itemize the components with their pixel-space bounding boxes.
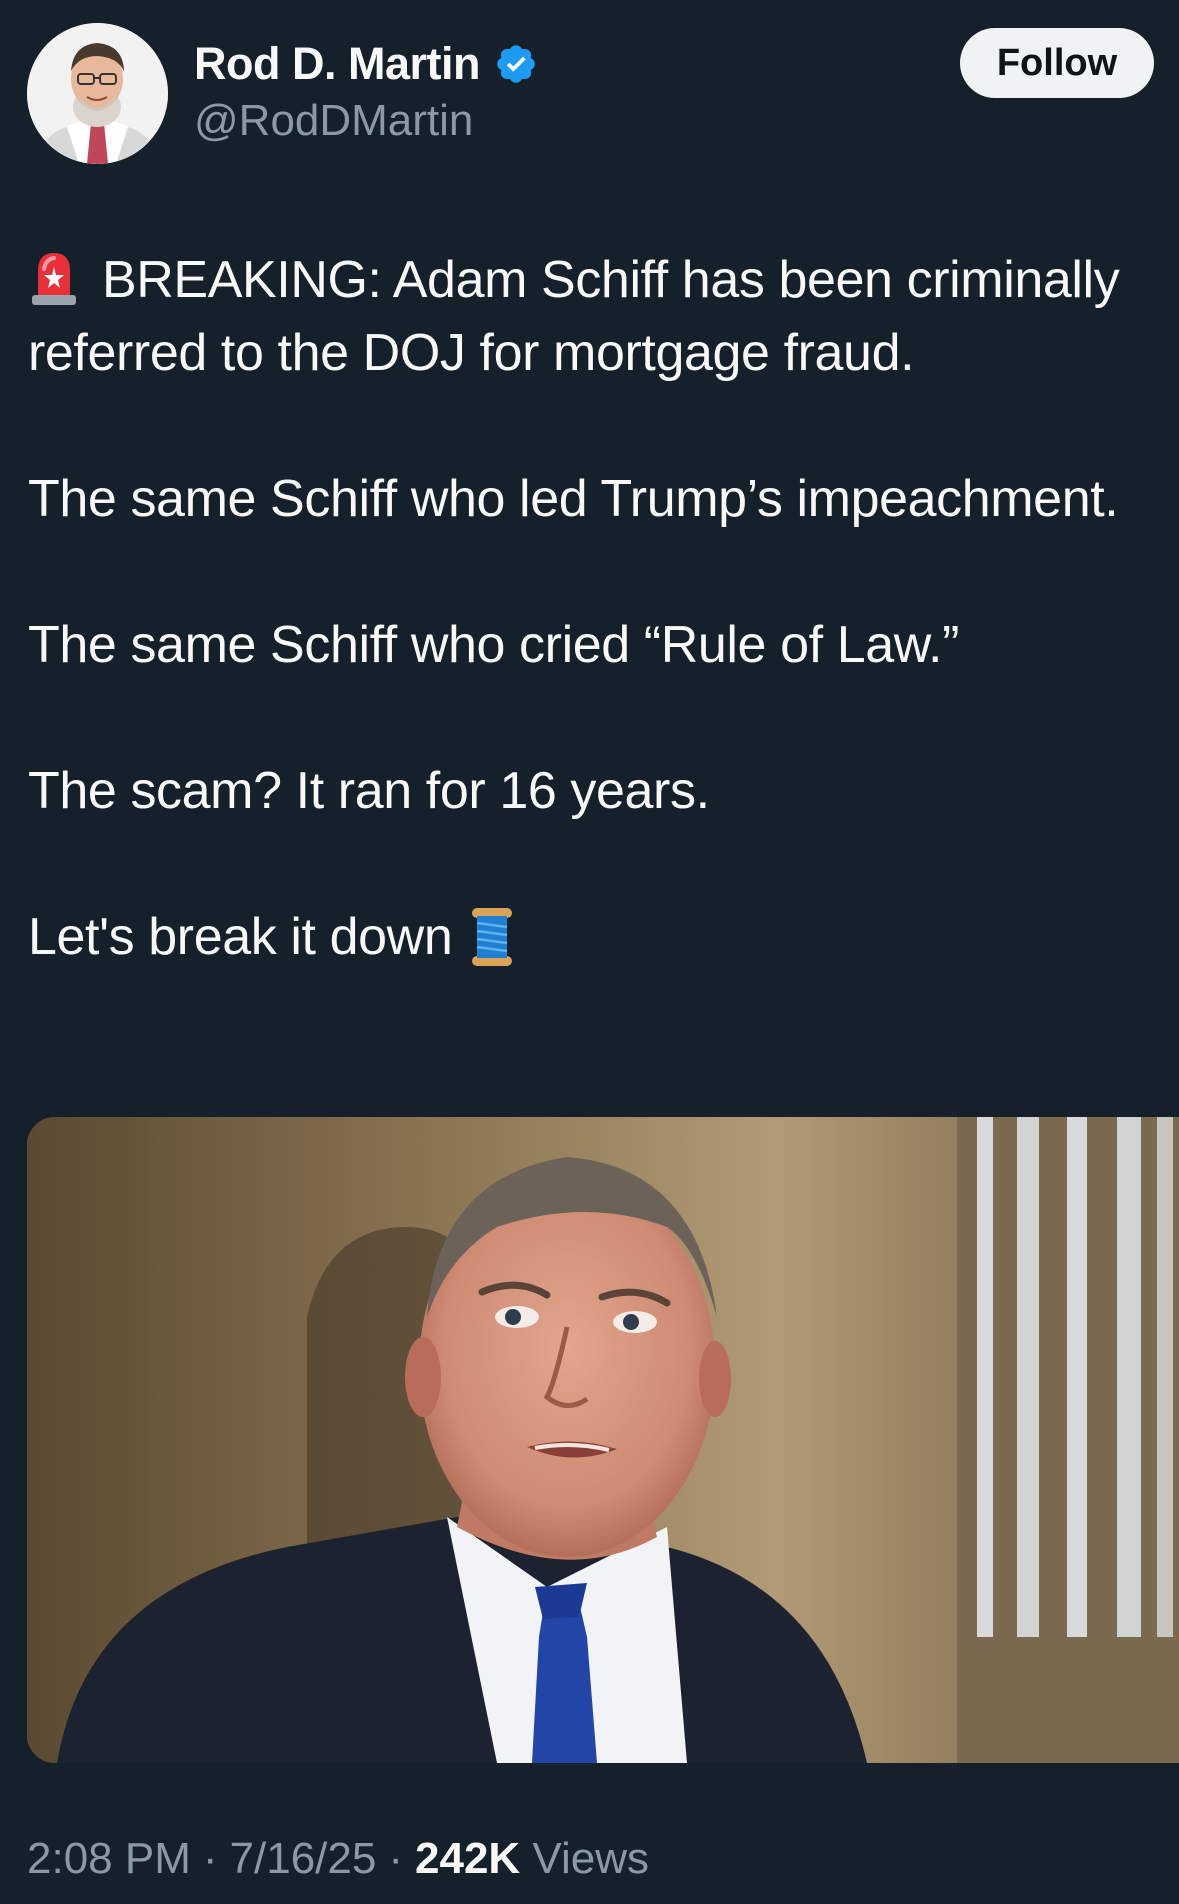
- follow-button[interactable]: Follow: [960, 28, 1154, 98]
- tweet-meta: 2:08 PM · 7/16/25 · 242K Views: [27, 1834, 649, 1884]
- views-count[interactable]: 242K: [415, 1834, 520, 1883]
- tweet-header: Rod D. Martin @RodDMartin Follow: [0, 0, 1179, 170]
- tweet-paragraph: Let's break it down: [28, 901, 1178, 974]
- tweet-date[interactable]: 7/16/25: [230, 1834, 377, 1884]
- tweet-text: BREAKING: Adam Schiff has been criminall…: [28, 244, 1178, 974]
- views-label: Views: [532, 1834, 649, 1883]
- meta-separator: ·: [202, 1834, 218, 1883]
- author-handle[interactable]: @RodDMartin: [194, 96, 473, 146]
- tweet-paragraph: The scam? It ran for 16 years.: [28, 762, 710, 820]
- author-name[interactable]: Rod D. Martin: [194, 38, 480, 90]
- meta-separator: ·: [388, 1834, 403, 1883]
- thread-spool-emoji-icon: [472, 908, 513, 966]
- tweet-photo[interactable]: [27, 1117, 1179, 1763]
- siren-emoji-icon: [32, 253, 76, 305]
- author-avatar[interactable]: [27, 23, 168, 164]
- tweet-time[interactable]: 2:08 PM: [27, 1834, 191, 1884]
- tweet-paragraph: The same Schiff who cried “Rule of Law.”: [28, 616, 960, 674]
- verified-badge-icon[interactable]: [494, 42, 538, 86]
- author-name-row: Rod D. Martin: [194, 36, 538, 92]
- tweet-paragraph: BREAKING: Adam Schiff has been criminall…: [28, 244, 1178, 390]
- tweet-paragraph: The same Schiff who led Trump’s impeachm…: [28, 470, 1119, 528]
